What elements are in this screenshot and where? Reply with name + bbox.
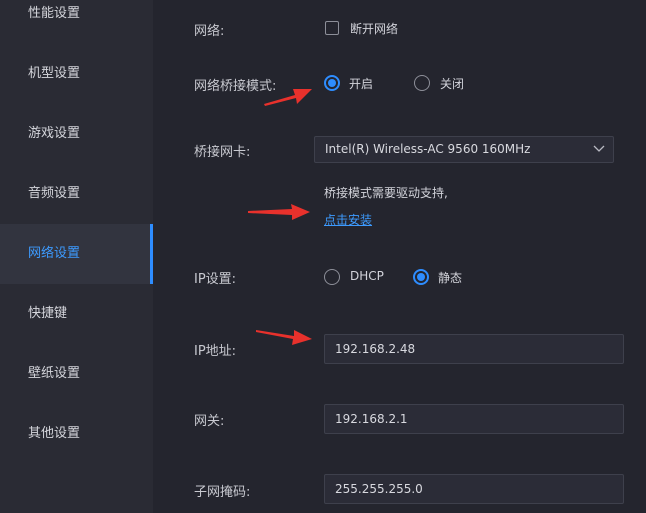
disconnect-network-label[interactable]: 断开网络	[350, 20, 398, 37]
ip-address-label: IP地址:	[194, 344, 237, 359]
install-driver-link[interactable]: 点击安装	[324, 211, 372, 228]
bridge-mode-off-radio[interactable]	[414, 75, 430, 91]
sidebar-item-wallpaper[interactable]: 壁纸设置	[0, 344, 153, 404]
bridge-mode-on-label[interactable]: 开启	[349, 75, 373, 92]
ip-address-input[interactable]: 192.168.2.48	[324, 334, 624, 364]
gateway-input[interactable]: 192.168.2.1	[324, 404, 624, 434]
sidebar-item-other[interactable]: 其他设置	[0, 404, 153, 464]
ip-static-radio[interactable]	[413, 269, 429, 285]
sidebar: 性能设置 机型设置 游戏设置 音频设置 网络设置 快捷键 壁纸设置 其他设置	[0, 0, 153, 513]
driver-notice-text: 桥接模式需要驱动支持,	[324, 186, 448, 200]
sidebar-item-game[interactable]: 游戏设置	[0, 104, 153, 164]
ip-static-label[interactable]: 静态	[438, 269, 462, 286]
bridge-mode-on-radio[interactable]	[324, 75, 340, 91]
subnet-mask-input[interactable]: 255.255.255.0	[324, 474, 624, 504]
bridge-nic-select[interactable]: Intel(R) Wireless-AC 9560 160MHz	[314, 136, 614, 163]
active-indicator	[150, 224, 153, 284]
network-settings-panel: 网络: 断开网络 网络桥接模式: 开启 关闭 桥接网卡: Intel(R) Wi…	[156, 0, 646, 513]
disconnect-network-checkbox[interactable]	[325, 21, 339, 35]
sidebar-item-network-label: 网络设置	[28, 246, 81, 261]
bridge-mode-off-label[interactable]: 关闭	[440, 75, 464, 92]
sidebar-item-audio[interactable]: 音频设置	[0, 164, 153, 224]
chevron-down-icon	[593, 145, 605, 152]
bridge-nic-label: 桥接网卡:	[194, 145, 251, 160]
ip-dhcp-radio[interactable]	[324, 269, 340, 285]
gateway-label: 网关:	[194, 414, 225, 429]
ip-dhcp-label[interactable]: DHCP	[350, 269, 384, 283]
network-label: 网络:	[194, 24, 225, 39]
sidebar-item-shortcuts[interactable]: 快捷键	[0, 284, 153, 344]
bridge-nic-value: Intel(R) Wireless-AC 9560 160MHz	[325, 142, 531, 156]
sidebar-item-network[interactable]: 网络设置	[0, 224, 153, 284]
sidebar-item-device-model[interactable]: 机型设置	[0, 44, 153, 104]
sidebar-item-performance[interactable]: 性能设置	[0, 0, 153, 44]
bridge-mode-label: 网络桥接模式:	[194, 79, 277, 94]
ip-settings-label: IP设置:	[194, 272, 237, 287]
subnet-mask-label: 子网掩码:	[194, 485, 251, 500]
